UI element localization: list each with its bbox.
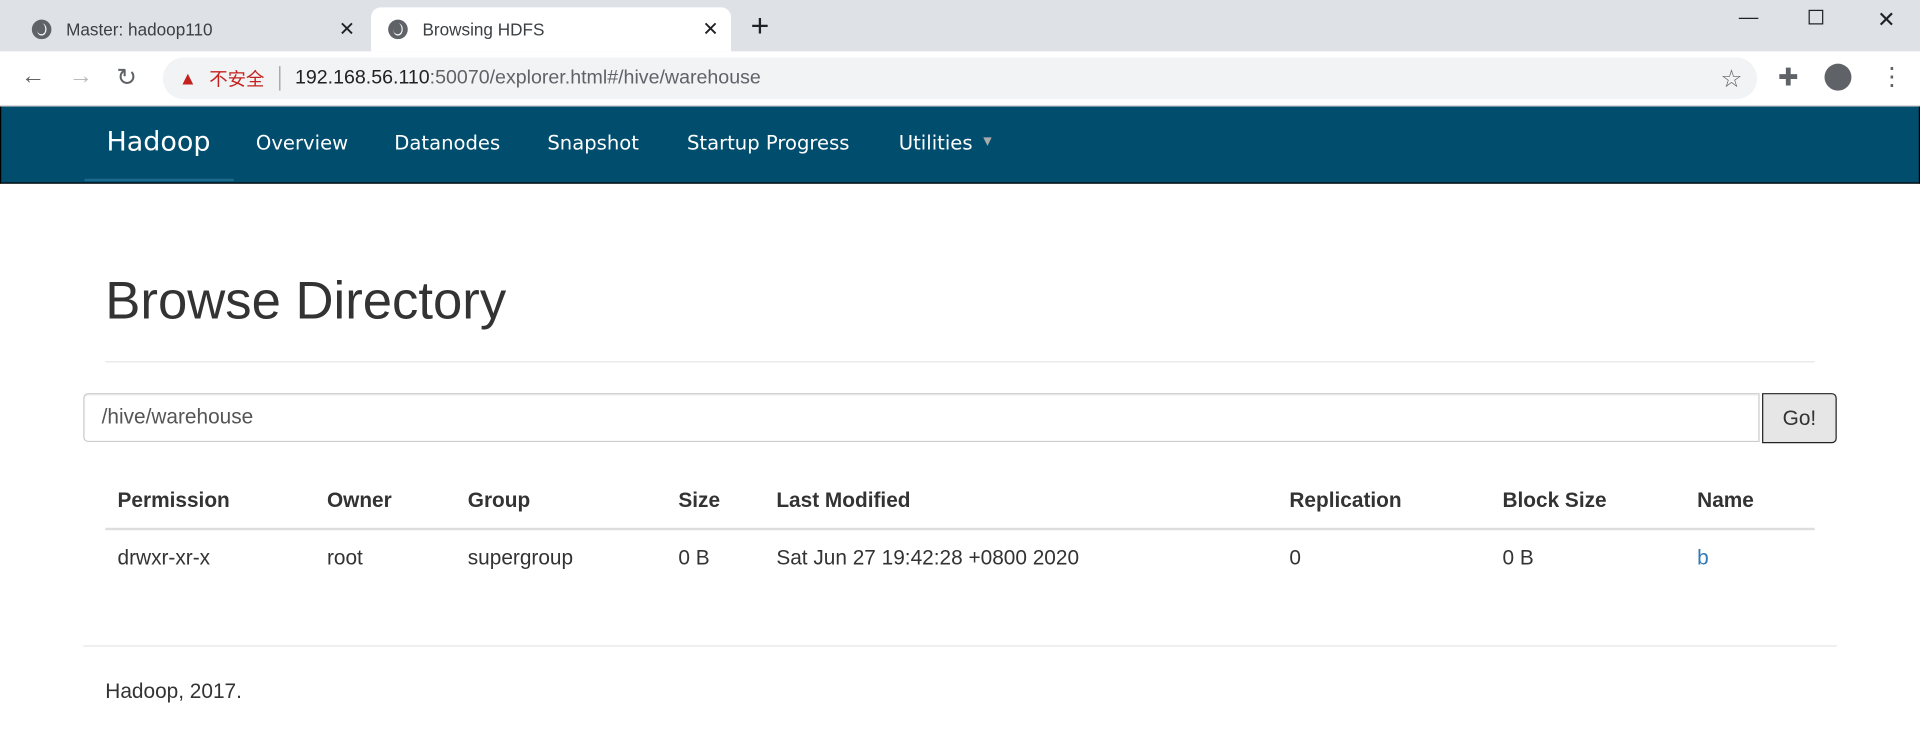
nav-snapshot[interactable]: Snapshot [547,131,639,154]
cell-group: supergroup [467,546,574,570]
header-replication: Replication [1289,488,1402,512]
header-owner: Owner [326,488,392,512]
reload-icon[interactable]: ↻ [116,62,137,93]
address-bar: ← → ↻ ▲ 不安全 192.168.56.110 :50070/explor… [0,51,1920,107]
header-last-modified: Last Modified [776,488,911,512]
warning-icon: ▲ [178,67,197,89]
profile-icon[interactable] [1824,63,1852,91]
url-path: :50070/explorer.html#/hive/warehouse [429,67,761,89]
header-permission: Permission [117,488,230,512]
path-input[interactable]: /hive/warehouse [83,393,1760,443]
globe-icon [388,19,408,40]
table-header-border [105,527,1815,531]
footer-text: Hadoop, 2017. [105,679,242,703]
caret-down-icon: ▼ [983,135,992,149]
divider [105,361,1815,363]
page-title: Browse Directory [105,271,507,331]
globe-icon [31,19,52,40]
tab-title: Master: hadoop110 [66,19,213,40]
path-value: /hive/warehouse [101,405,254,429]
go-button[interactable]: Go! [1762,393,1837,444]
nav-overview[interactable]: Overview [256,131,348,154]
nav-datanodes[interactable]: Datanodes [394,131,500,154]
minimize-icon[interactable]: — [1739,7,1759,29]
cell-size: 0 B [678,546,710,570]
navbar-brand[interactable]: Hadoop [107,127,211,158]
footer-divider [83,645,1837,647]
tab-bar: Master: hadoop110 ✕ Browsing HDFS ✕ + — … [0,0,1920,52]
menu-icon[interactable]: ⋮ [1880,61,1904,92]
restore-icon[interactable] [1808,9,1824,25]
nav-utilities[interactable]: Utilities [899,131,973,154]
header-group: Group [467,488,531,512]
tab-master[interactable]: Master: hadoop110 ✕ [15,7,368,51]
cell-permission: drwxr-xr-x [117,546,211,570]
url-host: 192.168.56.110 [294,67,430,89]
back-icon[interactable]: ← [21,62,45,90]
header-name: Name [1697,488,1754,512]
close-window-icon[interactable]: ✕ [1877,7,1895,33]
star-icon[interactable]: ☆ [1720,63,1742,94]
header-block-size: Block Size [1502,488,1607,512]
cell-block-size: 0 B [1502,546,1534,570]
cell-last-modified: Sat Jun 27 19:42:28 +0800 2020 [776,546,1080,570]
separator [279,66,281,91]
cell-name-link[interactable]: b [1697,546,1709,570]
navbar: Hadoop Overview Datanodes Snapshot Start… [0,106,1920,184]
tab-browsing-hdfs[interactable]: Browsing HDFS ✕ [371,7,732,52]
nav-startup-progress[interactable]: Startup Progress [687,131,850,154]
new-tab-icon[interactable]: + [751,7,770,45]
tab-title: Browsing HDFS [422,19,545,40]
security-label[interactable]: 不安全 [209,66,264,92]
cell-owner: root [326,546,363,570]
close-tab-icon[interactable]: ✕ [702,17,718,41]
active-indicator [84,178,234,182]
cell-replication: 0 [1289,546,1301,570]
forward-icon[interactable]: → [69,62,93,90]
omnibox[interactable]: ▲ 不安全 192.168.56.110 :50070/explorer.htm… [162,57,1758,100]
extensions-icon[interactable]: ✚ [1778,62,1799,93]
header-size: Size [678,488,721,512]
close-tab-icon[interactable]: ✕ [339,17,355,41]
